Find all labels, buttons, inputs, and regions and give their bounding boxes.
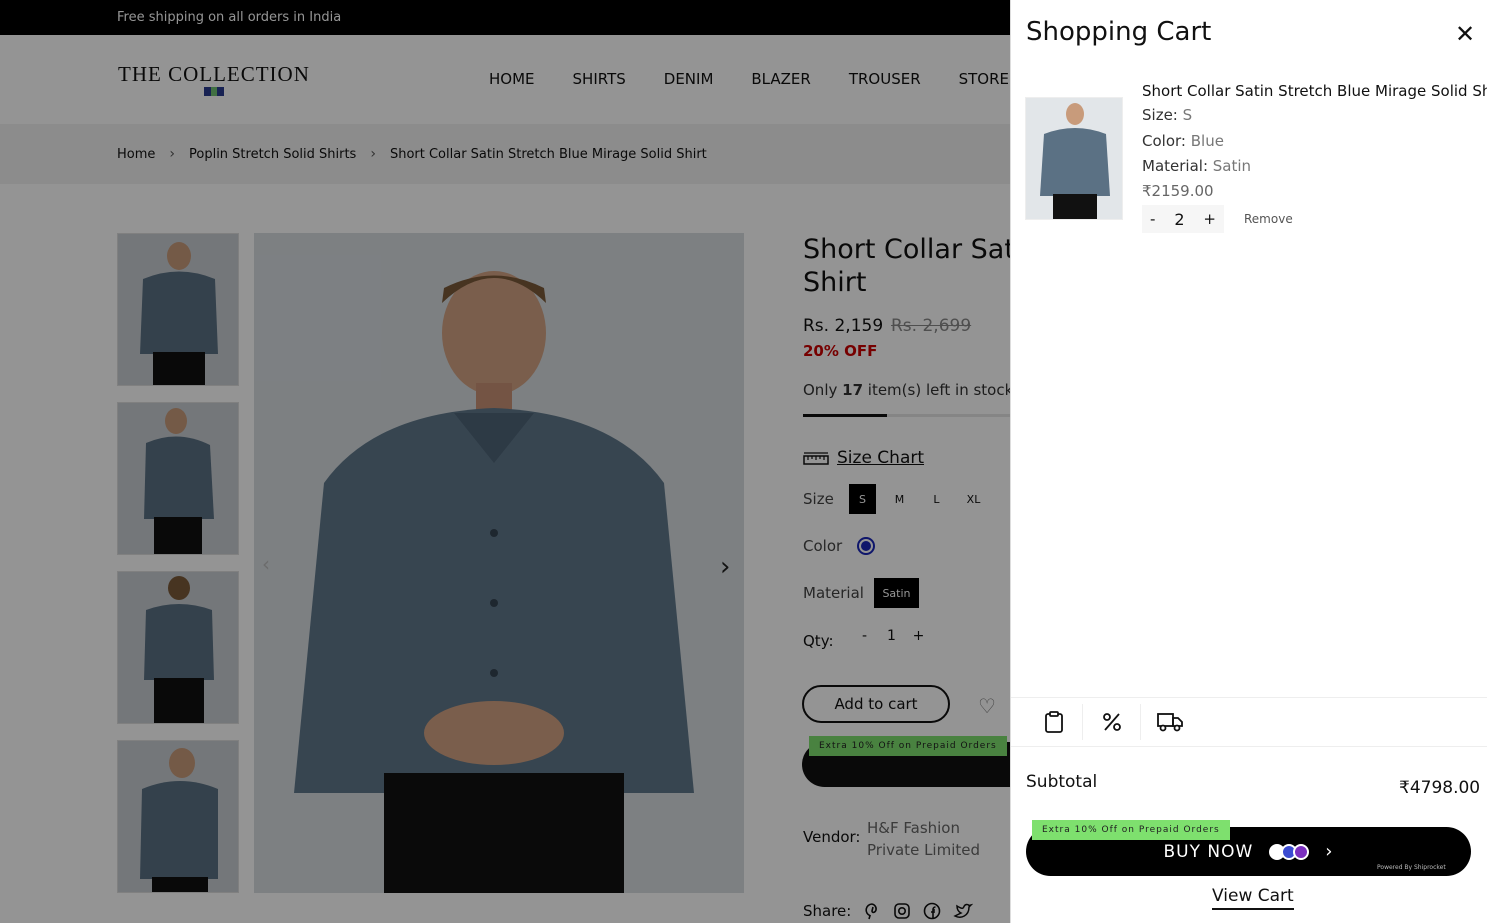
cart-item-size: Size: S: [1142, 106, 1192, 124]
cart-item-name[interactable]: Short Collar Satin Stretch Blue Mirage S…: [1142, 82, 1487, 100]
subtotal-value: ₹4798.00: [1399, 778, 1481, 798]
payment-logos-icon: [1269, 843, 1310, 860]
buy-now-label: BUY NOW: [1163, 841, 1254, 862]
cart-drawer: Shopping Cart ✕ Short Collar Satin Stret…: [1010, 0, 1487, 923]
cart-item-remove-link[interactable]: Remove: [1244, 212, 1293, 226]
powered-by-text: Powered By Shiprocket: [1377, 864, 1446, 871]
cart-item-color: Color: Blue: [1142, 132, 1224, 150]
subtotal-label: Subtotal: [1026, 772, 1098, 792]
cart-item-color-label: Color:: [1142, 132, 1186, 150]
cart-item-image[interactable]: [1025, 97, 1123, 220]
discount-code-button[interactable]: [1083, 704, 1141, 740]
shipping-estimate-button[interactable]: [1141, 704, 1199, 740]
cart-quantity-stepper: - 2 +: [1142, 205, 1224, 233]
drawer-backdrop[interactable]: [0, 0, 1010, 923]
cart-item-material-value: Satin: [1212, 157, 1252, 175]
page: Free shipping on all orders in India THE…: [0, 0, 1487, 923]
cart-tools: [1011, 697, 1487, 747]
percent-icon: [1102, 713, 1121, 731]
cart-qty-value[interactable]: 2: [1174, 210, 1184, 229]
cart-item-material-label: Material:: [1142, 157, 1208, 175]
clipboard-icon: [1044, 711, 1063, 733]
cart-item-price: ₹2159.00: [1142, 182, 1214, 200]
cart-prepaid-offer-tag: Extra 10% Off on Prepaid Orders: [1032, 820, 1230, 840]
close-icon[interactable]: ✕: [1455, 20, 1475, 48]
cart-qty-decrease-button[interactable]: -: [1150, 210, 1155, 228]
cart-qty-increase-button[interactable]: +: [1203, 210, 1216, 228]
cart-item-size-label: Size:: [1142, 106, 1178, 124]
cart-title: Shopping Cart: [1026, 17, 1212, 47]
cart-item-color-value: Blue: [1190, 132, 1224, 150]
view-cart-link[interactable]: View Cart: [1212, 886, 1294, 910]
chevron-right-icon: ›: [1325, 841, 1334, 862]
cart-item-material: Material: Satin: [1142, 157, 1251, 175]
cart-item-size-value: S: [1182, 106, 1193, 124]
truck-icon: [1157, 713, 1183, 732]
order-note-button[interactable]: [1025, 704, 1083, 740]
